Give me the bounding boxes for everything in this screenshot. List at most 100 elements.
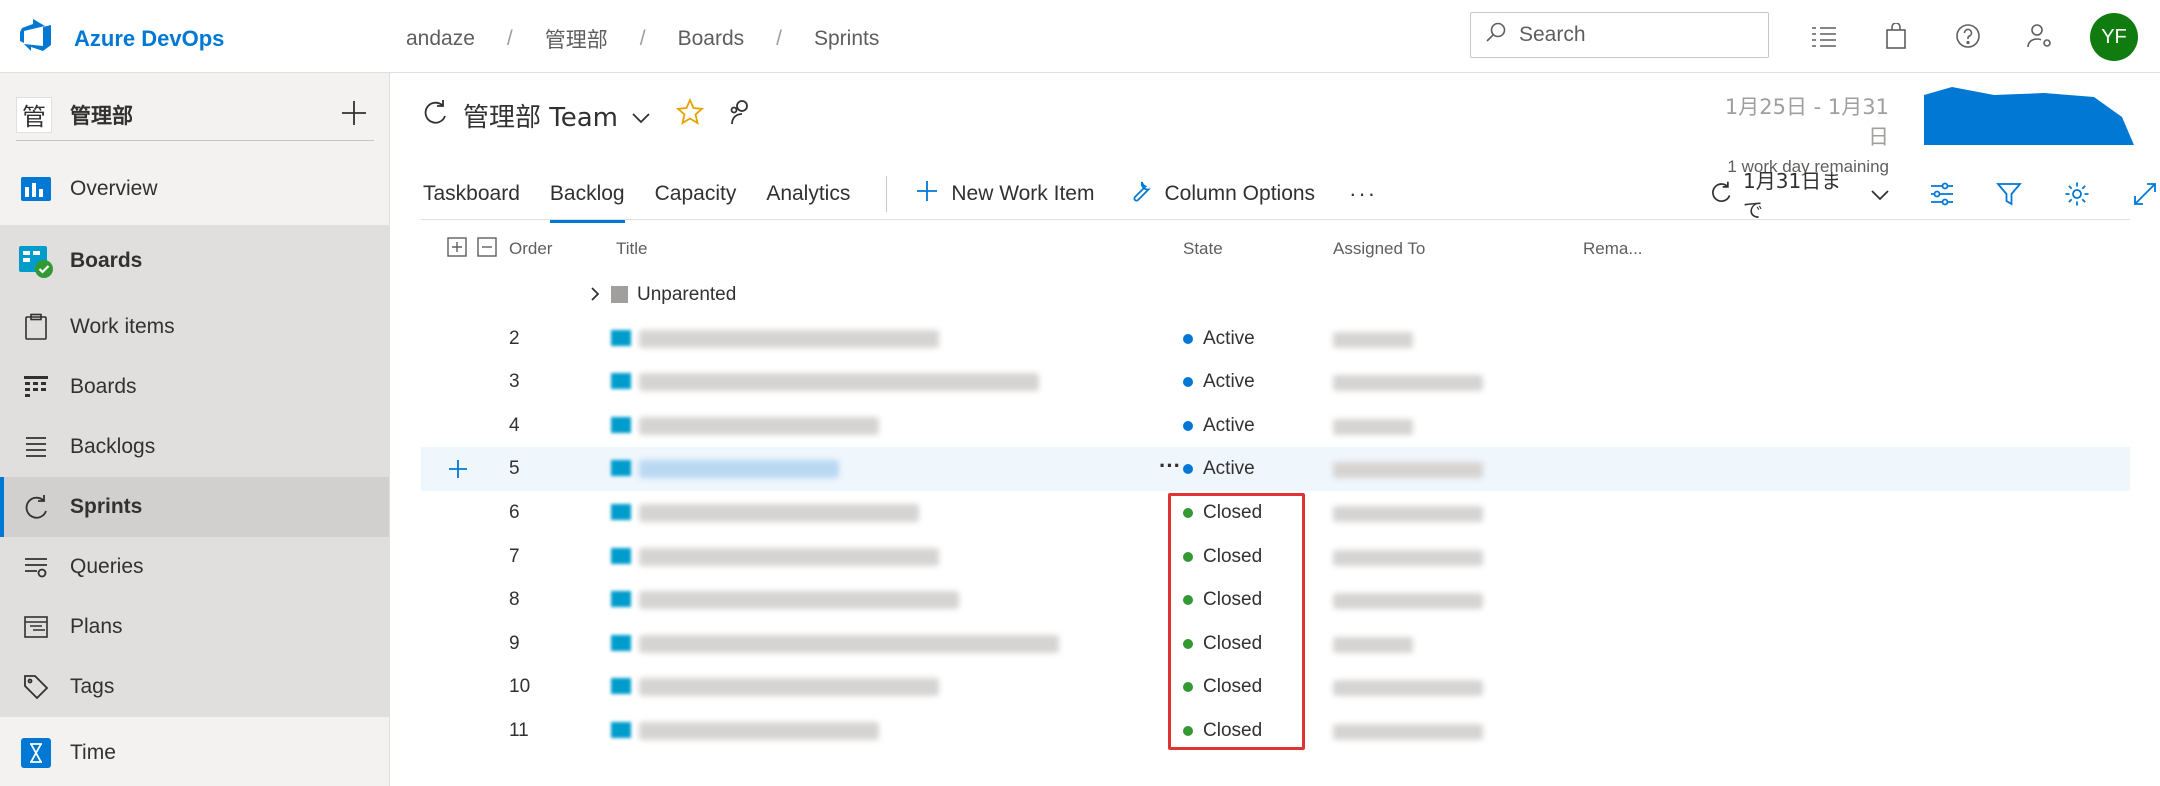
tab-capacity[interactable]: Capacity	[655, 171, 737, 217]
team-header: 管理部 Team	[421, 97, 754, 134]
filter-icon[interactable]	[1994, 179, 2024, 209]
table-row[interactable]: 4 Active	[421, 404, 2130, 448]
row-title[interactable]	[639, 329, 939, 348]
burndown-sparkline[interactable]	[1924, 87, 2134, 145]
top-bar: Azure DevOps andaze / 管理部 / Boards / Spr…	[0, 0, 2160, 73]
sprint-selector[interactable]: 1月31日まで	[1743, 165, 1861, 223]
row-title[interactable]	[639, 678, 939, 697]
toolbar-divider	[886, 176, 888, 212]
row-state[interactable]: Active	[1183, 415, 1255, 437]
expand-all-icon[interactable]	[447, 237, 467, 262]
row-assigned-to[interactable]	[1333, 375, 1483, 392]
row-assigned-to[interactable]	[1333, 636, 1413, 653]
sidebar-item-label: Sprints	[70, 495, 143, 518]
tab-analytics[interactable]: Analytics	[766, 171, 850, 217]
row-title[interactable]	[639, 373, 1039, 392]
shopping-bag-icon[interactable]	[1878, 18, 1914, 54]
new-work-item-button[interactable]: New Work Item	[915, 179, 1094, 209]
row-more-icon[interactable]: ···	[1159, 453, 1181, 479]
sidebar-item-work-items[interactable]: Work items	[0, 297, 389, 357]
row-assigned-to[interactable]	[1333, 723, 1483, 740]
row-order: 5	[509, 458, 520, 480]
row-order: 2	[509, 327, 520, 349]
sidebar-item-sprints[interactable]: Sprints	[0, 477, 389, 537]
breadcrumb-sprints[interactable]: Sprints	[814, 27, 879, 51]
table-row[interactable]: ··· 5 Active	[421, 447, 2130, 491]
row-assigned-to[interactable]	[1333, 680, 1483, 697]
column-header-order[interactable]: Order	[509, 239, 552, 259]
work-item-type-icon	[611, 678, 631, 695]
breadcrumb-project[interactable]: 管理部	[545, 24, 608, 54]
team-members-icon[interactable]	[726, 98, 754, 133]
row-assigned-to[interactable]	[1333, 549, 1483, 566]
avatar[interactable]: YF	[2090, 13, 2138, 61]
row-order: 6	[509, 501, 520, 523]
sidebar-item-label: Work items	[70, 315, 175, 338]
breadcrumb-org[interactable]: andaze	[406, 27, 475, 51]
sidebar-item-time[interactable]: Time	[0, 723, 389, 783]
brand[interactable]: Azure DevOps	[18, 18, 224, 59]
view-options-icon[interactable]	[1927, 179, 1957, 209]
row-state[interactable]: Active	[1183, 328, 1255, 350]
row-assigned-to[interactable]	[1333, 331, 1413, 348]
row-state[interactable]: Active	[1183, 371, 1255, 393]
sidebar-item-label: Time	[70, 741, 116, 764]
plus-icon[interactable]	[338, 97, 370, 129]
work-item-type-icon	[611, 373, 631, 390]
sidebar-item-plans[interactable]: Plans	[0, 597, 389, 657]
row-title[interactable]	[639, 721, 879, 740]
add-child-icon[interactable]	[447, 458, 469, 486]
search-box[interactable]: Search	[1470, 12, 1769, 58]
time-icon	[18, 735, 54, 771]
row-title[interactable]	[639, 416, 879, 435]
row-assigned-to[interactable]	[1333, 462, 1483, 479]
sidebar-item-boards[interactable]: Boards	[0, 357, 389, 417]
star-icon[interactable]	[675, 97, 705, 133]
chevron-down-icon[interactable]	[1870, 182, 1889, 206]
sidebar-item-backlogs[interactable]: Backlogs	[0, 417, 389, 477]
fullscreen-icon[interactable]	[2130, 179, 2160, 209]
sidebar-item-tags[interactable]: Tags	[0, 657, 389, 717]
work-item-type-icon	[611, 329, 631, 346]
sidebar-item-overview[interactable]: Overview	[0, 159, 389, 219]
project-header[interactable]: 管 管理部	[16, 89, 374, 141]
azure-devops-logo-icon	[18, 18, 54, 59]
chevron-down-icon[interactable]	[632, 101, 650, 131]
tab-backlog[interactable]: Backlog	[549, 171, 625, 223]
table-row[interactable]: 3 Active	[421, 360, 2130, 404]
sidebar-item-queries[interactable]: Queries	[0, 537, 389, 597]
project-name: 管理部	[70, 103, 133, 128]
row-assigned-to[interactable]	[1333, 593, 1483, 610]
gear-icon[interactable]	[2062, 179, 2092, 209]
row-title[interactable]	[639, 634, 1059, 653]
breadcrumb-separator: /	[639, 27, 646, 50]
sidebar-item-boards-hub[interactable]: Boards	[0, 225, 389, 297]
column-header-assigned-to[interactable]: Assigned To	[1333, 239, 1425, 259]
row-state[interactable]: Active	[1183, 458, 1255, 480]
column-options-button[interactable]: Column Options	[1128, 179, 1315, 209]
team-name[interactable]: 管理部 Team	[463, 97, 618, 134]
column-header-state[interactable]: State	[1183, 239, 1223, 259]
user-settings-icon[interactable]	[2022, 18, 2058, 54]
column-header-remaining[interactable]: Rema...	[1583, 239, 1643, 259]
row-assigned-to[interactable]	[1333, 418, 1413, 435]
row-title[interactable]	[639, 503, 919, 522]
sprints-icon	[421, 98, 449, 133]
row-assigned-to[interactable]	[1333, 505, 1483, 522]
row-title[interactable]	[639, 460, 839, 479]
row-title[interactable]	[639, 547, 939, 566]
row-order: 8	[509, 589, 520, 611]
collapse-all-icon[interactable]	[477, 237, 497, 262]
task-list-icon[interactable]	[1806, 18, 1842, 54]
state-dot	[1183, 420, 1193, 431]
row-title[interactable]	[639, 591, 959, 610]
column-header-title[interactable]: Title	[616, 239, 648, 259]
table-row[interactable]: 2 Active	[421, 317, 2130, 361]
more-actions-button[interactable]: ···	[1349, 181, 1377, 207]
tab-taskboard[interactable]: Taskboard	[423, 171, 520, 217]
unparented-row[interactable]: Unparented	[421, 273, 2130, 317]
row-order: 7	[509, 545, 520, 567]
breadcrumb-boards[interactable]: Boards	[678, 27, 745, 51]
chevron-right-icon[interactable]	[589, 285, 603, 303]
help-icon[interactable]	[1950, 18, 1986, 54]
